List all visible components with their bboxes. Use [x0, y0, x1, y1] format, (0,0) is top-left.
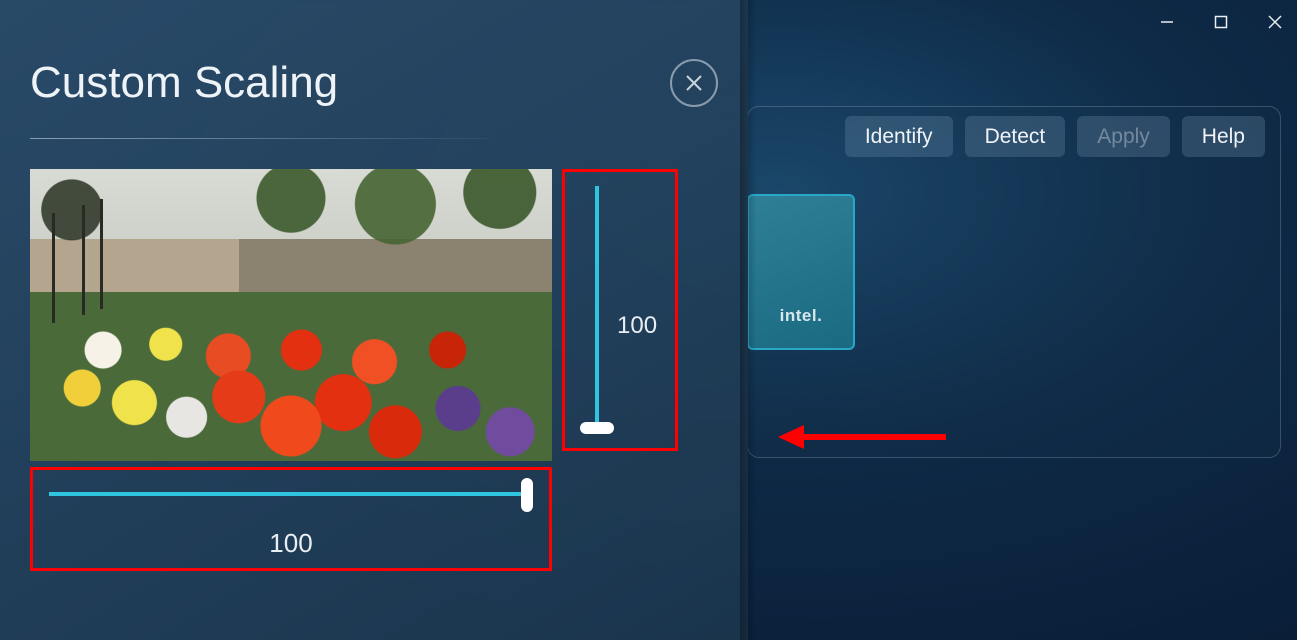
scaling-area: 100 100 [30, 169, 720, 461]
horizontal-scaling-slider[interactable] [49, 492, 529, 496]
custom-scaling-dialog: Custom Scaling 100 100 [0, 0, 748, 640]
dialog-close-button[interactable] [670, 59, 718, 107]
detect-button[interactable]: Detect [965, 116, 1066, 157]
window-minimize-button[interactable] [1151, 6, 1183, 38]
intel-logo-text: intel. [780, 306, 823, 326]
scaling-preview-image [30, 169, 552, 461]
window-controls [1151, 6, 1291, 38]
annotation-arrow-icon [778, 422, 948, 452]
identify-button[interactable]: Identify [845, 116, 953, 157]
display-tile[interactable]: intel. [747, 194, 855, 350]
window-maximize-button[interactable] [1205, 6, 1237, 38]
close-icon [684, 73, 704, 93]
help-button[interactable]: Help [1182, 116, 1265, 157]
dialog-title: Custom Scaling [30, 58, 338, 108]
vertical-scaling-thumb[interactable] [580, 422, 614, 434]
apply-button: Apply [1077, 116, 1170, 157]
vertical-scaling-slider[interactable] [595, 186, 599, 430]
horizontal-scaling-group: 100 [30, 467, 552, 571]
vertical-scaling-group: 100 [562, 169, 678, 451]
dialog-header: Custom Scaling [30, 0, 718, 138]
dialog-divider [30, 138, 490, 139]
display-toolbar: Identify Detect Apply Help [845, 116, 1265, 157]
horizontal-scaling-value: 100 [33, 528, 549, 559]
horizontal-scaling-thumb[interactable] [521, 478, 533, 512]
vertical-scaling-value: 100 [617, 312, 657, 340]
window-close-button[interactable] [1259, 6, 1291, 38]
